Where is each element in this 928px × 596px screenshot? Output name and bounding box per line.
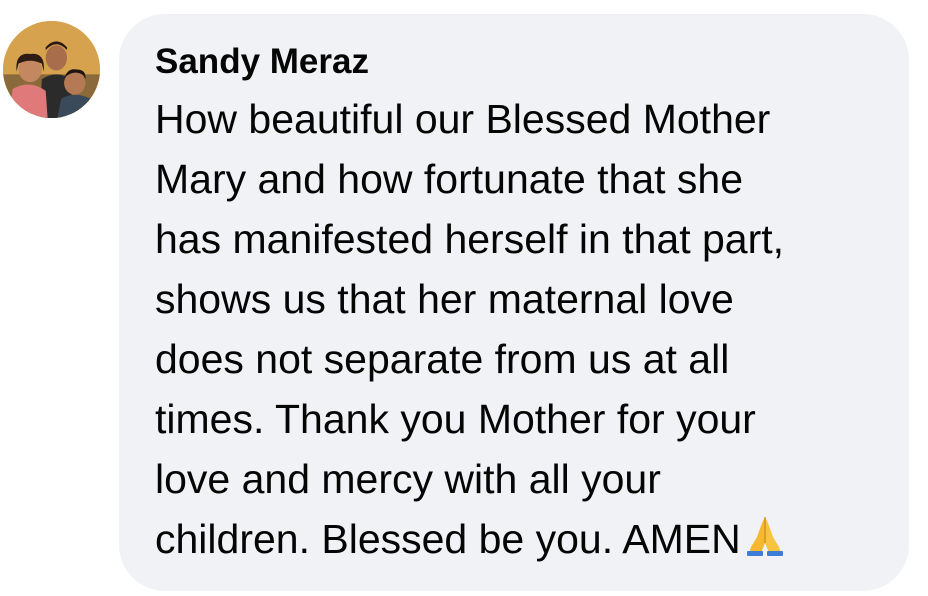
avatar[interactable] bbox=[3, 21, 100, 118]
profile-photo-avatar-icon bbox=[3, 21, 100, 118]
comment-line-last-text: children. Blessed be you. AMEN bbox=[155, 516, 741, 562]
comment-line: shows us that her maternal love bbox=[155, 276, 734, 322]
comment-line: times. Thank you Mother for your bbox=[155, 396, 756, 442]
comment-bubble: Sandy Meraz How beautiful our Blessed Mo… bbox=[119, 14, 909, 591]
comment-text: How beautiful our Blessed Mother Mary an… bbox=[155, 89, 885, 569]
comment-author[interactable]: Sandy Meraz bbox=[155, 42, 369, 82]
comment-line: does not separate from us at all bbox=[155, 336, 730, 382]
comment-line-last: children. Blessed be you. AMEN bbox=[155, 509, 885, 569]
folded-hands-icon bbox=[743, 513, 787, 573]
comment-line: has manifested herself in that part, bbox=[155, 216, 785, 262]
comment-line: love and mercy with all your bbox=[155, 456, 661, 502]
comment-line: How beautiful our Blessed Mother bbox=[155, 96, 771, 142]
comment-line: Mary and how fortunate that she bbox=[155, 156, 744, 202]
